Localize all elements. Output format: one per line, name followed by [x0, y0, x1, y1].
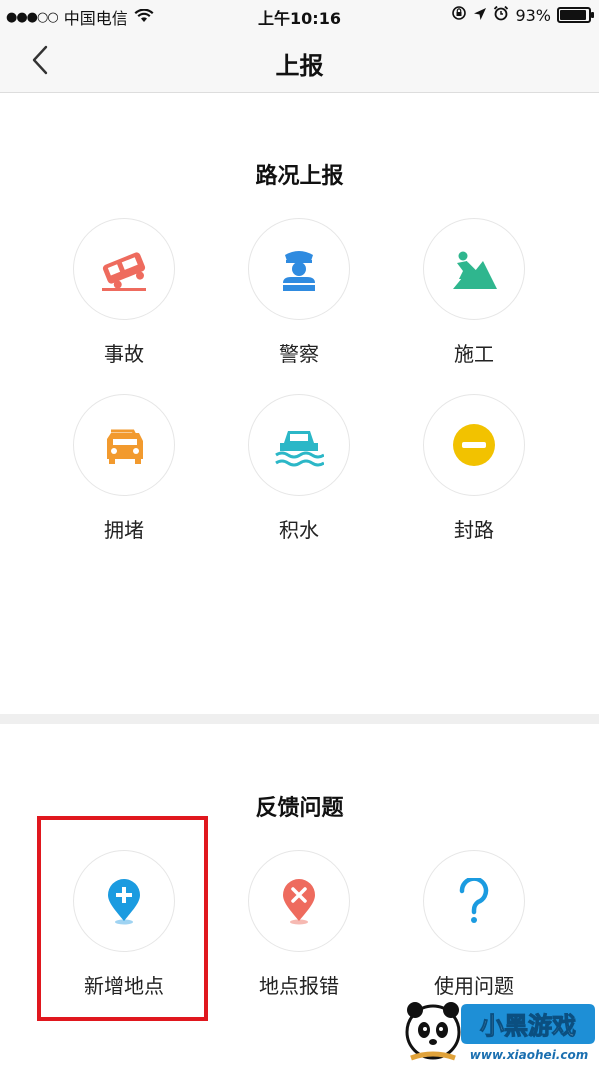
- accident-icon: [73, 218, 175, 320]
- flooding-icon: [248, 394, 350, 496]
- road-report-title: 路况上报: [255, 164, 344, 189]
- police-icon: [248, 218, 350, 320]
- location-error-label: 地点报错: [259, 974, 339, 998]
- road-closed-label: 封路: [454, 518, 494, 542]
- section-divider: [0, 714, 599, 724]
- report-road-closed-button[interactable]: 封路: [414, 394, 534, 543]
- traffic-jam-icon: [73, 394, 175, 496]
- construction-label: 施工: [454, 342, 494, 366]
- highlight-box: [37, 816, 208, 1021]
- location-error-button[interactable]: 地点报错: [239, 850, 359, 999]
- orientation-lock-icon: [451, 5, 467, 25]
- report-construction-button[interactable]: 施工: [414, 218, 534, 367]
- page-title: 上报: [275, 52, 324, 80]
- watermark-brand: 小黑游戏: [480, 1012, 576, 1040]
- police-label: 警察: [279, 342, 319, 366]
- alarm-icon: [493, 5, 509, 25]
- status-bar: ●●●○○ 中国电信 上午10:16 93%: [0, 0, 599, 30]
- usage-question-button[interactable]: 使用问题: [414, 850, 534, 999]
- watermark-url: www.xiaohei.com: [470, 1048, 588, 1062]
- navigation-bar: 上报: [0, 30, 599, 93]
- question-icon: [423, 850, 525, 952]
- location-error-icon: [248, 850, 350, 952]
- report-accident-button[interactable]: 事故: [64, 218, 184, 367]
- accident-label: 事故: [104, 342, 144, 366]
- location-arrow-icon: [473, 6, 487, 25]
- road-closed-icon: [423, 394, 525, 496]
- report-traffic-jam-button[interactable]: 拥堵: [64, 394, 184, 543]
- traffic-jam-label: 拥堵: [104, 518, 144, 542]
- flooding-label: 积水: [279, 518, 319, 542]
- report-flooding-button[interactable]: 积水: [239, 394, 359, 543]
- construction-icon: [423, 218, 525, 320]
- battery-percent: 93%: [515, 5, 551, 25]
- battery-icon: [557, 7, 594, 23]
- watermark-logo: 小黑游戏 www.xiaohei.com: [401, 994, 597, 1064]
- report-police-button[interactable]: 警察: [239, 218, 359, 367]
